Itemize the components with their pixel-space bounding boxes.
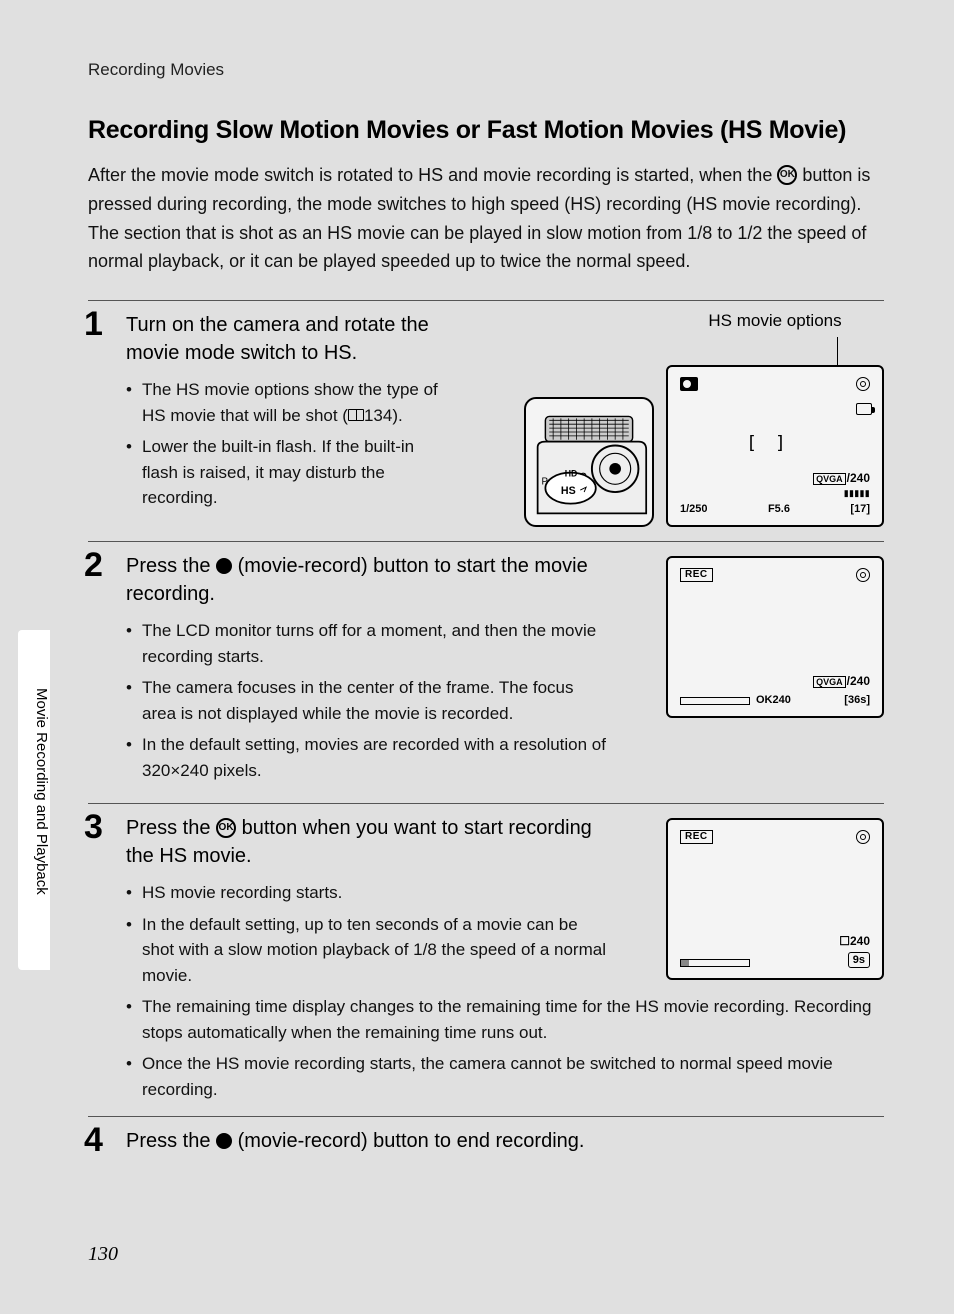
step-3-title: Press the OK button when you want to sta…: [126, 814, 606, 870]
intro-paragraph: After the movie mode switch is rotated t…: [88, 161, 884, 276]
step-3-bullets-top: HS movie recording starts. In the defaul…: [126, 880, 606, 988]
memory-indicator: ▮▮▮▮▮: [844, 488, 870, 499]
lcd-preview-3: REC ☐240 9s: [666, 818, 884, 980]
frame-count: [17]: [850, 503, 870, 515]
bullet: In the default setting, up to ten second…: [126, 912, 606, 989]
page-title: Recording Slow Motion Movies or Fast Mot…: [88, 116, 884, 145]
camera-illustration: HD HS P: [524, 397, 654, 527]
bullet: In the default setting, movies are recor…: [126, 732, 606, 783]
focus-brackets: []: [746, 433, 804, 454]
step-3-bullets-full: The remaining time display changes to th…: [126, 994, 884, 1102]
rec-indicator: REC: [680, 568, 713, 582]
intro-text-1: After the movie mode switch is rotated t…: [88, 165, 777, 185]
rec-indicator: REC: [680, 830, 713, 844]
target-icon: [856, 568, 870, 582]
ok-240-indicator: OK240: [756, 694, 791, 706]
hs-mode-indicator: QVGA/240: [813, 674, 870, 688]
target-icon: [856, 377, 870, 391]
ok-button-icon: OK: [777, 165, 797, 185]
movie-record-icon: [216, 1133, 232, 1149]
step-4: 4 Press the (movie-record) button to end…: [88, 1127, 884, 1155]
step-2-bullets: The LCD monitor turns off for a moment, …: [126, 618, 606, 783]
hs-label: HS: [561, 485, 576, 497]
bullet: HS movie recording starts.: [126, 880, 606, 906]
divider: [88, 300, 884, 301]
page-number: 130: [88, 1243, 118, 1266]
hs-options-annotation: HS movie options: [666, 311, 884, 331]
step-1: 1 Turn on the camera and rotate the movi…: [88, 311, 884, 527]
step-4-title: Press the (movie-record) button to end r…: [126, 1127, 884, 1155]
hd-label: HD: [565, 469, 578, 479]
step-2: 2 Press the (movie-record) button to sta…: [88, 552, 884, 789]
camera-mode-icon: [680, 377, 698, 391]
step-number: 4: [84, 1121, 103, 1160]
sidebar-section-label: Movie Recording and Playback: [18, 680, 50, 895]
time-remaining-hs: 9s: [848, 952, 870, 968]
p-label: P: [542, 476, 548, 487]
target-icon: [856, 830, 870, 844]
divider: [88, 803, 884, 804]
f-stop: F5.6: [768, 503, 790, 515]
step-number: 2: [84, 546, 103, 585]
step-number: 3: [84, 808, 103, 847]
step-2-title: Press the (movie-record) button to start…: [126, 552, 606, 608]
bullet: Lower the built-in flash. If the built-i…: [126, 434, 446, 511]
hs-240-indicator: ☐240: [839, 934, 870, 948]
step-3: 3 Press the OK button when you want to s…: [88, 814, 884, 1102]
bullet: The remaining time display changes to th…: [126, 994, 884, 1045]
bullet: The HS movie options show the type of HS…: [126, 377, 446, 428]
annotation-line: [837, 337, 838, 365]
shutter-speed: 1/250: [680, 503, 708, 515]
section-header: Recording Movies: [88, 60, 884, 80]
lcd-preview-2: REC QVGA/240 OK240 [36s]: [666, 556, 884, 718]
ok-button-icon: OK: [216, 818, 236, 838]
step-number: 1: [84, 305, 103, 344]
battery-icon: [856, 403, 872, 415]
manual-ref-icon: [348, 409, 364, 421]
divider: [88, 1116, 884, 1117]
progress-bar: [680, 697, 750, 705]
divider: [88, 541, 884, 542]
step-1-title: Turn on the camera and rotate the movie …: [126, 311, 446, 367]
hs-mode-indicator: QVGA/240: [813, 471, 870, 485]
lcd-preview-1: [] QVGA/240 ▮▮▮▮▮ 1/250 F5.6 [17]: [666, 365, 884, 527]
manual-page: Recording Movies Recording Slow Motion M…: [0, 0, 954, 1314]
bullet: The LCD monitor turns off for a moment, …: [126, 618, 606, 669]
movie-record-icon: [216, 558, 232, 574]
bullet: Once the HS movie recording starts, the …: [126, 1051, 884, 1102]
step-1-bullets: The HS movie options show the type of HS…: [126, 377, 446, 511]
bullet: The camera focuses in the center of the …: [126, 675, 606, 726]
time-remaining: [36s]: [844, 694, 870, 706]
progress-bar: [680, 959, 750, 967]
